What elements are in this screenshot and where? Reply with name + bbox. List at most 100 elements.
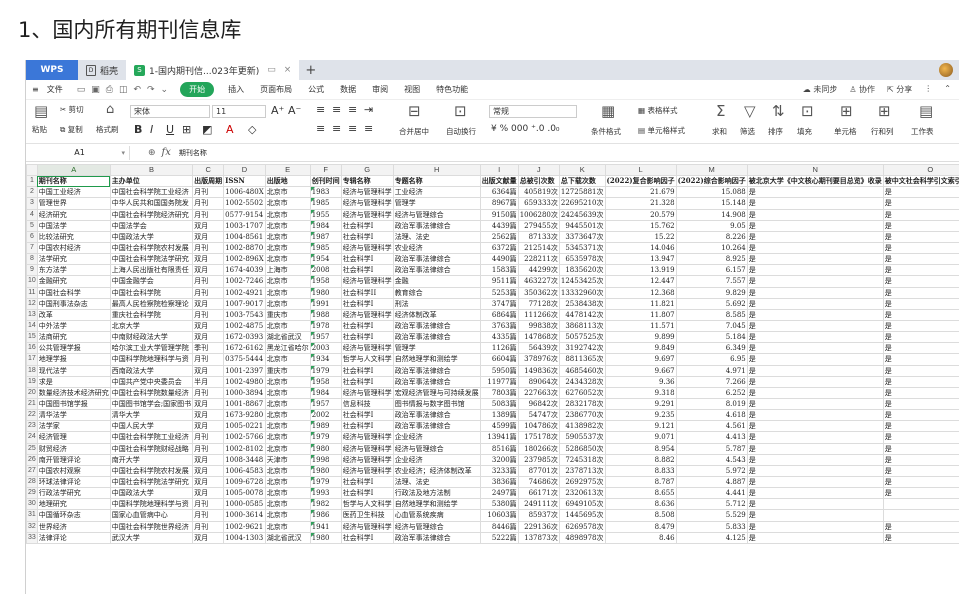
collab-button[interactable]: ♙ 协作 (849, 84, 875, 95)
cell[interactable]: 1941 (309, 520, 342, 533)
cell[interactable]: 社会科学I (340, 375, 394, 388)
cell[interactable]: 是 (882, 331, 959, 344)
row-number[interactable]: 18 (26, 364, 38, 377)
cell[interactable]: 1983 (309, 186, 342, 199)
cell[interactable]: 1002-5766 (223, 431, 266, 444)
cell[interactable]: 7245318次 (558, 453, 606, 466)
cell[interactable]: 经济与管理科学 (340, 186, 394, 199)
cell[interactable]: 北京市 (264, 475, 311, 489)
cell[interactable]: 是 (746, 431, 884, 444)
cell[interactable]: 是 (882, 219, 959, 232)
cell[interactable]: 20.579 (604, 208, 677, 221)
cell[interactable]: 法理、法史 (392, 475, 481, 489)
cell[interactable]: 15.22 (604, 230, 677, 243)
cell[interactable]: 北京市 (264, 208, 311, 221)
cell[interactable]: 工业经济 (392, 186, 481, 199)
align-right-icon[interactable]: ≡ (348, 122, 357, 135)
cell[interactable]: 6269578次 (558, 520, 606, 533)
cell[interactable]: 是 (746, 241, 884, 255)
cell[interactable]: 法律评论 (36, 531, 111, 544)
cell[interactable]: 哲学与人文科学 (340, 353, 394, 366)
cell[interactable]: 8.655 (604, 487, 677, 500)
cell[interactable]: 1988 (309, 308, 342, 321)
cell[interactable]: 社会科学I (340, 409, 394, 422)
cell[interactable]: 8.585 (675, 308, 748, 321)
cell-style-button[interactable]: ▤ 单元格样式 (638, 125, 685, 136)
row-number[interactable]: 5 (26, 219, 38, 232)
cell[interactable]: 1979 (309, 475, 342, 489)
cell[interactable]: 是 (882, 442, 959, 455)
cell[interactable]: 405819次 (517, 186, 560, 199)
cell[interactable]: 经济研究 (36, 208, 111, 221)
open-icon[interactable]: ▭ (77, 85, 86, 95)
cell[interactable]: 6535978次 (558, 253, 606, 266)
cell[interactable]: 上海市 (264, 264, 311, 277)
cell[interactable]: 1001-8867 (223, 397, 266, 411)
cell[interactable]: 西南政法大学 (109, 364, 194, 377)
cell[interactable]: 99838次 (517, 319, 560, 333)
cell[interactable]: 87133次 (517, 230, 560, 243)
row-number[interactable]: 29 (26, 487, 38, 500)
cell[interactable]: 双月 (192, 453, 225, 466)
cell[interactable]: 双月 (192, 420, 225, 433)
column-header-k[interactable]: K (558, 163, 606, 177)
cell[interactable]: 社会科学I (340, 253, 394, 266)
cell[interactable]: 1002-7246 (223, 275, 266, 288)
cell[interactable]: 行政法及地方法制 (392, 487, 481, 500)
cell[interactable]: 9.829 (675, 286, 748, 299)
cell[interactable]: 4.413 (675, 431, 748, 444)
cell[interactable]: 0577-9154 (223, 208, 266, 221)
cell[interactable]: 8.833 (604, 464, 677, 477)
cell[interactable]: 2320613次 (558, 487, 606, 500)
cell[interactable]: 南开管理评论 (36, 453, 111, 466)
clear-format-icon[interactable]: ◇ (248, 123, 256, 136)
cell[interactable]: 政治军事法律综合 (392, 264, 481, 277)
cell[interactable]: 中国社会科学院经济研究 (109, 208, 194, 221)
cell[interactable]: 经济与管理科学 (340, 342, 394, 355)
cell[interactable]: 1993 (309, 487, 342, 500)
cell[interactable]: 中国循环杂志 (36, 509, 111, 522)
cell[interactable]: 中国社会科学院农村发展 (109, 241, 194, 255)
redo-icon[interactable]: ↷ (147, 85, 155, 95)
format-painter-icon[interactable]: ⌂ (106, 102, 114, 117)
cell[interactable]: 双月 (192, 230, 225, 243)
cell[interactable]: 地理研究 (36, 498, 111, 511)
cell[interactable]: 212514次 (517, 241, 560, 255)
cell[interactable]: 5.692 (675, 297, 748, 310)
cell[interactable]: 279455次 (517, 219, 560, 232)
column-header-o[interactable]: O (882, 163, 959, 177)
cell[interactable]: 是 (746, 186, 884, 199)
cell[interactable]: 9.05 (675, 219, 748, 232)
cell[interactable]: 11.571 (604, 319, 677, 333)
filter-button[interactable]: 筛选 (740, 126, 755, 137)
row-number[interactable]: 10 (26, 275, 38, 288)
cell[interactable]: 24245639次 (558, 208, 606, 221)
font-grow-icon[interactable]: A⁺ (271, 104, 284, 117)
cell[interactable]: 自然地理学和测绘学 (392, 498, 481, 511)
worksheet-button[interactable]: 工作表 (911, 126, 934, 137)
cell[interactable]: 刑法 (392, 297, 481, 310)
cell[interactable]: 54747次 (517, 409, 560, 422)
cell[interactable]: 237985次 (517, 453, 560, 466)
row-number[interactable]: 32 (26, 520, 38, 533)
cell[interactable]: 12.368 (604, 286, 677, 299)
cell[interactable]: 9.121 (604, 420, 677, 433)
cell[interactable]: 重庆社会科学院 (109, 308, 194, 321)
cell[interactable]: 9.849 (604, 342, 677, 355)
cell[interactable]: 中国社会科学院法学研究 (109, 253, 194, 266)
cell[interactable]: 北京市 (264, 442, 311, 455)
decrease-decimal-icon[interactable]: .0₀ (547, 124, 559, 134)
row-number[interactable]: 25 (26, 442, 38, 455)
cell[interactable]: 1835620次 (558, 264, 606, 277)
cell[interactable]: 经济管理 (36, 431, 111, 444)
cell[interactable]: 是 (882, 297, 959, 310)
cell[interactable]: 13.919 (604, 264, 677, 277)
cell[interactable]: 1957 (309, 331, 342, 344)
cell[interactable]: 56439次 (517, 342, 560, 355)
cell[interactable]: 1958 (309, 275, 342, 288)
cell[interactable]: 北京市 (264, 286, 311, 299)
cell[interactable]: 1980 (309, 531, 342, 544)
cell[interactable]: 是 (746, 342, 884, 355)
cell[interactable]: 双月 (192, 219, 225, 232)
cell[interactable]: 是 (882, 264, 959, 277)
